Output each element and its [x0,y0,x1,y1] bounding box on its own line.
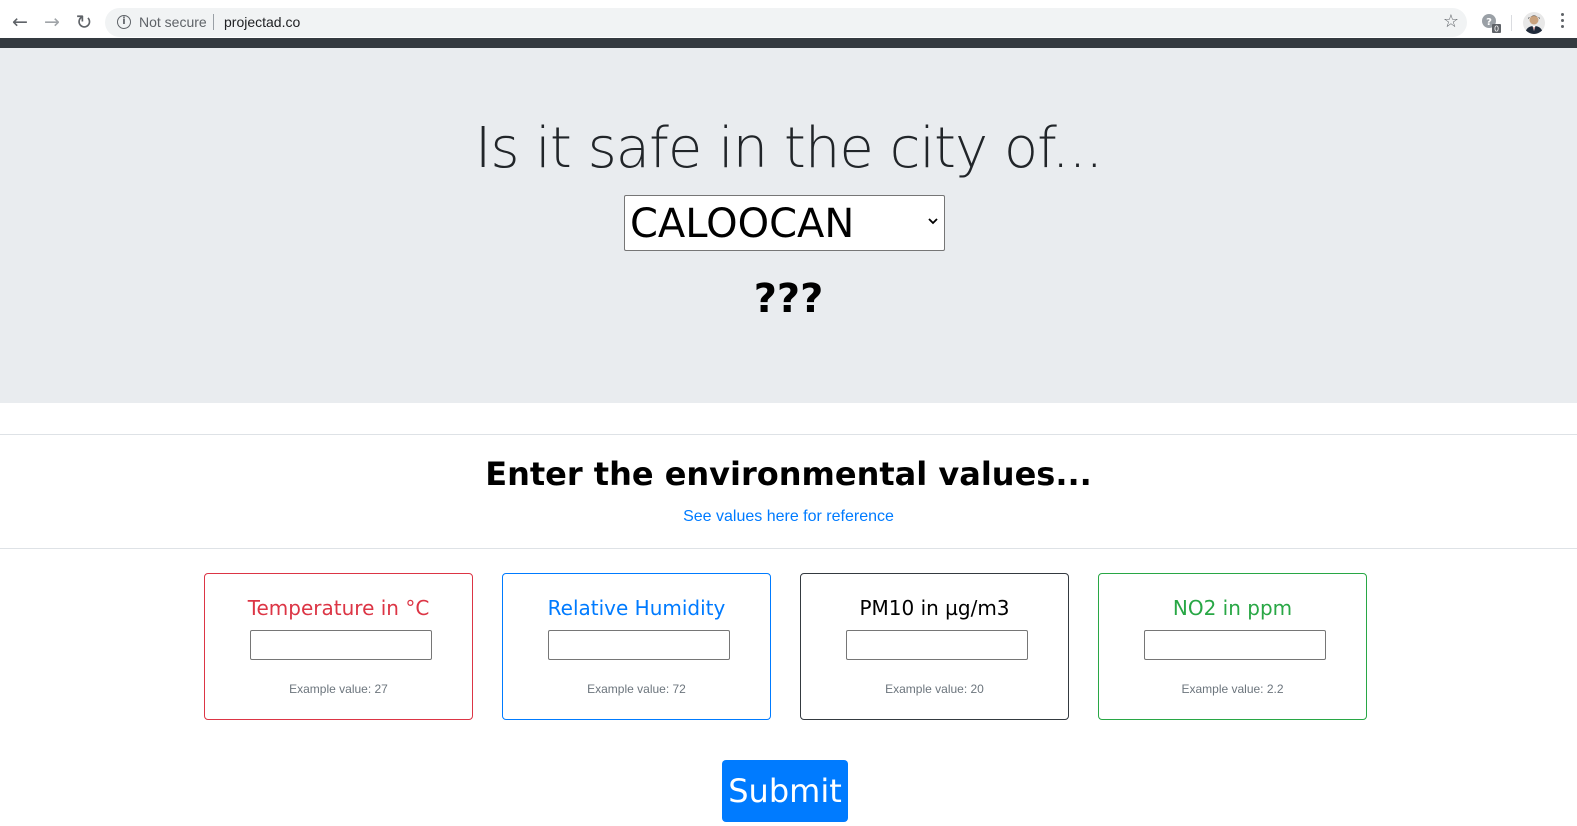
pm10-card: PM10 in µg/m3 Example value: 20 [800,573,1069,720]
pm10-input[interactable] [846,630,1028,660]
safety-result: ??? [753,276,824,322]
url-text[interactable]: projectad.co [224,14,300,30]
reload-icon[interactable]: ↻ [72,10,96,34]
address-separator [213,14,214,30]
section-title: Enter the environmental values... [485,455,1092,493]
svg-text:?: ? [1486,17,1492,28]
pm10-hint: Example value: 20 [885,682,984,696]
toolbar-separator [1511,15,1512,31]
extension-badge: 0 [1494,25,1499,34]
humidity-input[interactable] [548,630,730,660]
humidity-hint: Example value: 72 [587,682,686,696]
pm10-label: PM10 in µg/m3 [859,596,1010,620]
browser-toolbar: ← → ↻ i Not secure projectad.co ☆ ? 0 [0,0,1577,38]
city-select-value: CALOOCAN [630,201,855,247]
submit-button[interactable]: Submit [722,760,848,822]
star-icon[interactable]: ☆ [1443,11,1459,32]
hero-section: Is it safe in the city of... CALOOCAN ??… [0,48,1577,403]
address-bar[interactable]: i Not secure projectad.co ☆ [105,8,1467,37]
temperature-card: Temperature in °C Example value: 27 [204,573,473,720]
city-select[interactable]: CALOOCAN [624,195,945,251]
security-label: Not secure [139,14,207,30]
kebab-menu-icon[interactable] [1561,13,1565,33]
hero-title: Is it safe in the city of... [474,116,1103,181]
humidity-card: Relative Humidity Example value: 72 [502,573,771,720]
divider-bottom [0,548,1577,549]
profile-avatar[interactable] [1523,12,1545,34]
humidity-label: Relative Humidity [547,596,726,620]
no2-input[interactable] [1144,630,1326,660]
divider-top [0,434,1577,435]
navbar [0,38,1577,48]
temperature-label: Temperature in °C [247,596,430,620]
no2-hint: Example value: 2.2 [1181,682,1284,696]
no2-label: NO2 in ppm [1172,596,1293,620]
reference-link[interactable]: See values here for reference [0,508,1577,526]
info-icon[interactable]: i [117,15,131,29]
temperature-hint: Example value: 27 [289,682,388,696]
no2-card: NO2 in ppm Example value: 2.2 [1098,573,1367,720]
extension-icon[interactable]: ? 0 [1481,13,1501,34]
temperature-input[interactable] [250,630,432,660]
back-arrow-icon[interactable]: ← [8,10,32,34]
chevron-down-icon [928,218,938,225]
forward-arrow-icon[interactable]: → [40,10,64,34]
